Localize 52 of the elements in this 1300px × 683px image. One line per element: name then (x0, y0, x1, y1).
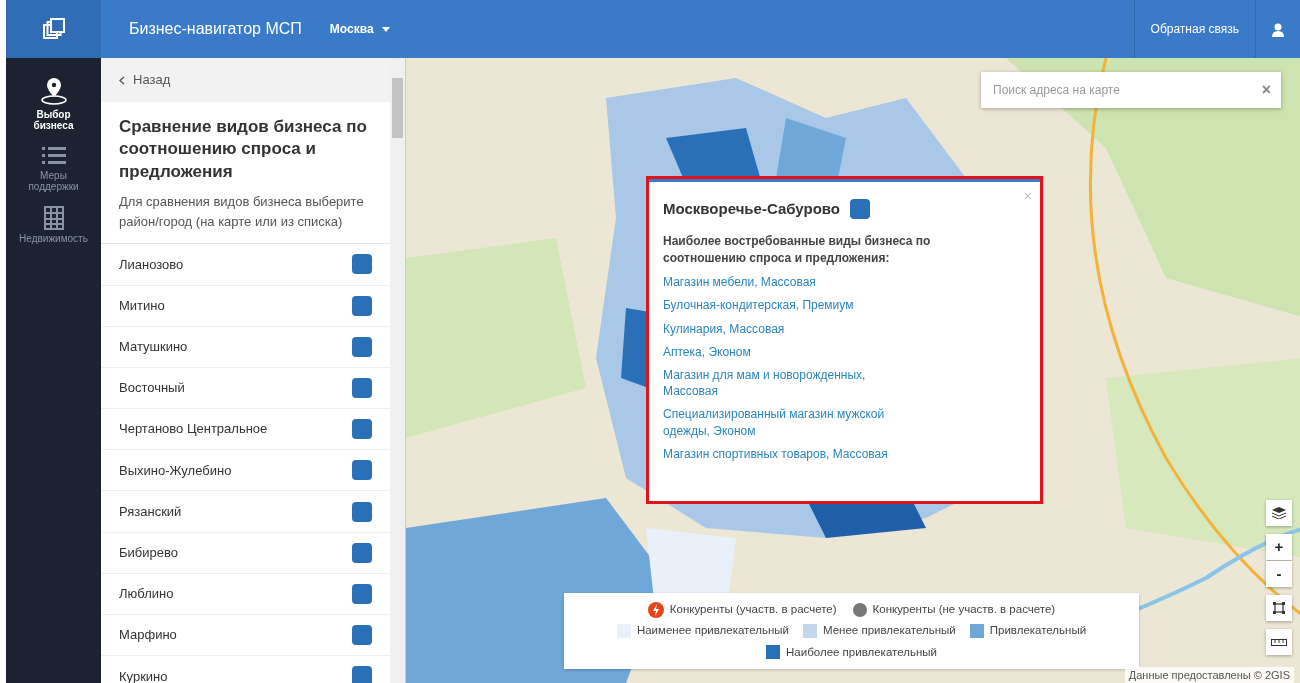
district-name: Чертаново Центральное (119, 420, 268, 439)
legend-label: Конкуренты (участв. в расчете) (669, 602, 837, 617)
zoom-in-button[interactable]: + (1266, 534, 1292, 560)
address-search-field[interactable]: Поиск адреса на карте × (981, 72, 1281, 108)
map-pin-icon (39, 76, 68, 106)
panel-title: Сравнение видов бизнеса по соотношению спроса и предложения (118, 115, 368, 184)
business-link[interactable]: Аптека, Эконом (663, 343, 913, 361)
district-name: Митино (119, 296, 165, 315)
lightning-marker-icon (647, 601, 664, 618)
caret-icon (381, 26, 390, 32)
square-select-icon (1273, 602, 1285, 614)
legend-label: Наиболее привлекательный (786, 644, 937, 660)
legend-label: Конкуренты (не участв. в расчете) (872, 602, 1056, 617)
legend-label: Менее привлекательный (823, 623, 956, 639)
district-name: Восточный (119, 379, 185, 398)
business-link[interactable]: Магазин мебели, Массовая (663, 274, 913, 291)
ruler-button[interactable] (1266, 629, 1292, 655)
nav-item[interactable]: Меры поддержки (6, 145, 101, 192)
chevron-left-icon (119, 76, 125, 86)
nav-item[interactable]: Недвижимость (6, 206, 101, 245)
district-name: Люблино (119, 585, 174, 604)
district-name: Лианозово (119, 255, 184, 274)
district-name: Выхино-Жулебино (119, 461, 232, 480)
layers-button[interactable] (1266, 500, 1292, 526)
legend-label: Наименее привлекательный (636, 623, 789, 639)
scrollbar[interactable] (390, 58, 405, 683)
layers-logo-icon[interactable] (42, 18, 65, 40)
district-name: Матушкино (119, 338, 188, 357)
city-dropdown[interactable]: Москва (321, 16, 398, 42)
nav-item[interactable]: Выбор бизнеса (6, 76, 101, 131)
district-name: Бибирево (119, 543, 178, 562)
business-link[interactable]: Магазин для мам и новорожденных, Массовая (663, 367, 913, 400)
clear-button[interactable]: × (1261, 78, 1271, 102)
business-link[interactable]: Кулинария, Массовая (663, 320, 913, 337)
business-link[interactable]: Булочная-кондитерская, Премиум (663, 297, 913, 314)
competitor-dot-icon (852, 602, 867, 617)
popup-subtitle: Наиболее востребованные виды бизнеса по соотношению спроса и предложения: (663, 232, 932, 267)
district-name: Рязанский (119, 502, 182, 521)
area-select-button[interactable] (1266, 595, 1292, 621)
building-icon (43, 206, 64, 230)
back-link[interactable]: Назад (101, 58, 390, 102)
zoom-out-button[interactable]: - (1266, 561, 1292, 587)
app-title[interactable]: Бизнес-навигатор МСП (101, 17, 322, 41)
business-link[interactable]: Специализированный магазин мужской одежды, Эконом (663, 406, 913, 439)
district-name: Марфино (119, 626, 177, 645)
popup-title: Москворечье-Сабурово (663, 199, 840, 219)
district-name: Куркино (119, 667, 168, 683)
business-link[interactable]: Магазин спортивных товаров, Массовая (663, 445, 913, 462)
layers-icon (1272, 507, 1286, 519)
ruler-icon (1271, 638, 1287, 646)
legend-label: Привлекательный (989, 623, 1087, 639)
list-icon (41, 145, 66, 167)
